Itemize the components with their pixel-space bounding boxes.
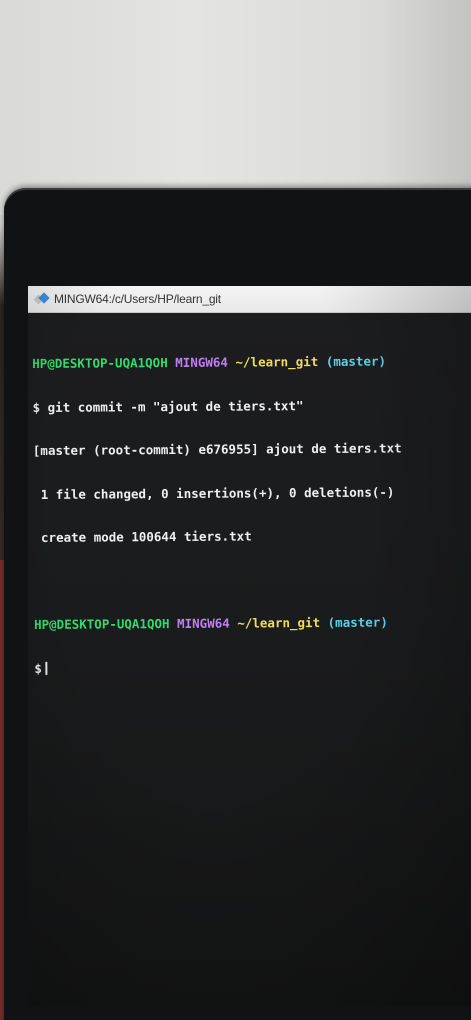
prompt-branch: (master) — [325, 353, 387, 369]
prompt-line-1: HP@DESKTOP-UQA1QOH MINGW64 ~/learn_git (… — [32, 354, 471, 372]
prompt-user-host: HP@DESKTOP-UQA1QOH — [32, 355, 168, 371]
prompt-path: ~/learn_git — [235, 354, 319, 370]
terminal-output[interactable]: HP@DESKTOP-UQA1QOH MINGW64 ~/learn_git (… — [32, 325, 471, 705]
prompt-branch: (master) — [327, 614, 388, 630]
terminal-window[interactable]: MINGW64:/c/Users/HP/learn_git HP@DESKTOP… — [28, 286, 471, 1006]
text-cursor — [44, 661, 47, 675]
window-titlebar[interactable]: MINGW64:/c/Users/HP/learn_git — [28, 286, 471, 313]
photo-scene: MINGW64:/c/Users/HP/learn_git HP@DESKTOP… — [0, 0, 471, 1020]
input-prompt: $ — [34, 660, 42, 676]
command-line: $ git commit -m "ajout de tiers.txt" — [32, 397, 304, 415]
prompt-shell: MINGW64 — [175, 354, 228, 371]
output-line: 1 file changed, 0 insertions(+), 0 delet… — [33, 483, 395, 502]
input-line[interactable]: $ — [34, 658, 471, 676]
git-bash-icon — [33, 292, 50, 306]
prompt-path: ~/learn_git — [237, 614, 321, 631]
window-title: MINGW64:/c/Users/HP/learn_git — [54, 292, 221, 306]
prompt-line-2: HP@DESKTOP-UQA1QOH MINGW64 ~/learn_git (… — [34, 615, 471, 633]
output-line: create mode 100644 tiers.txt — [33, 528, 252, 545]
prompt-shell: MINGW64 — [177, 615, 230, 631]
prompt-user-host: HP@DESKTOP-UQA1QOH — [34, 616, 170, 632]
wall-shadow — [380, 0, 471, 215]
output-line: [master (root-commit) e676955] ajout de … — [32, 440, 402, 458]
